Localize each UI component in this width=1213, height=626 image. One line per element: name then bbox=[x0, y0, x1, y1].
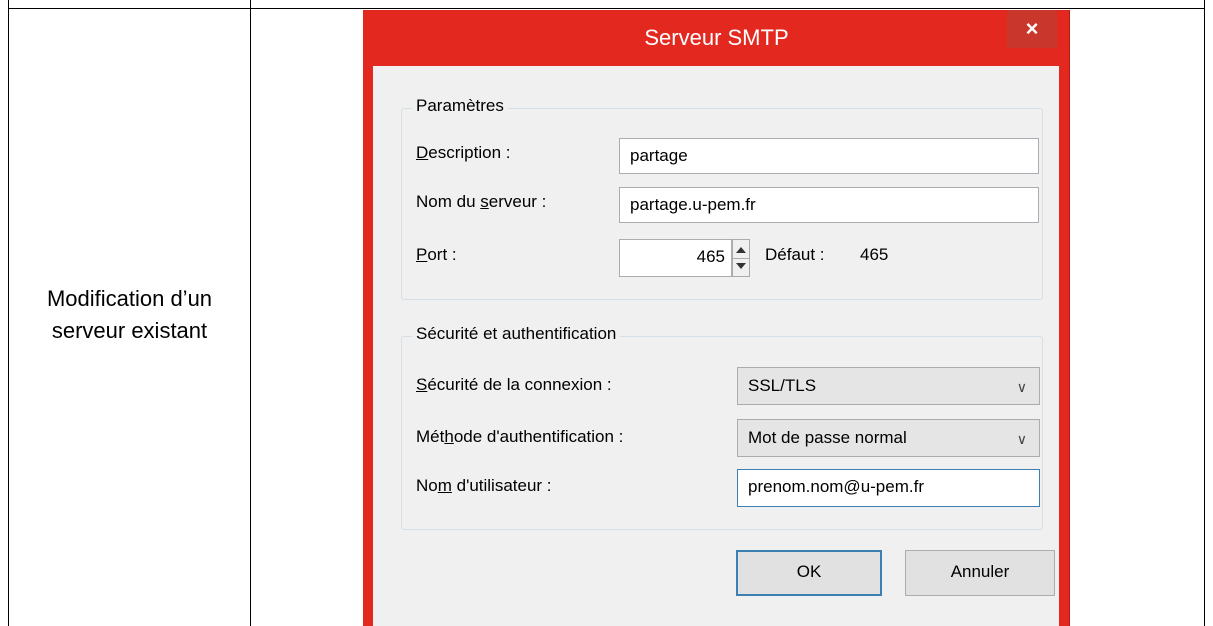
close-button[interactable]: × bbox=[1007, 10, 1057, 48]
username-input[interactable]: prenom.nom@u-pem.fr bbox=[737, 469, 1040, 507]
table-top-border bbox=[8, 8, 1205, 9]
port-spinner[interactable] bbox=[732, 239, 750, 277]
spinner-divider bbox=[733, 258, 749, 259]
description-label: Description : bbox=[416, 143, 511, 162]
table-row-label: Modification d’un serveur existant bbox=[46, 286, 213, 343]
close-icon: × bbox=[1025, 16, 1039, 41]
port-label: Port : bbox=[416, 245, 457, 264]
connection-security-select[interactable]: SSL/TLS ∨ bbox=[737, 367, 1040, 405]
settings-group-legend: Paramètres bbox=[412, 96, 508, 116]
spin-up-icon[interactable] bbox=[736, 247, 746, 253]
table-column-divider bbox=[250, 0, 251, 626]
connection-security-value: SSL/TLS bbox=[748, 376, 817, 395]
settings-group: Paramètres Description : partage Nom du … bbox=[401, 96, 1043, 300]
chevron-down-icon: ∨ bbox=[1016, 379, 1027, 395]
cancel-button[interactable]: Annuler bbox=[905, 550, 1055, 596]
smtp-server-dialog: Serveur SMTP × Paramètres Description : … bbox=[363, 10, 1070, 626]
server-name-label: Nom du serveur : bbox=[416, 192, 547, 211]
connection-security-label: Sécurité de la connexion : bbox=[416, 375, 612, 394]
spin-down-icon[interactable] bbox=[736, 263, 746, 269]
auth-method-select[interactable]: Mot de passe normal ∨ bbox=[737, 419, 1040, 457]
dialog-body: Paramètres Description : partage Nom du … bbox=[373, 66, 1059, 626]
auth-method-value: Mot de passe normal bbox=[748, 428, 907, 447]
dialog-title: Serveur SMTP bbox=[644, 25, 789, 50]
server-name-input[interactable]: partage.u-pem.fr bbox=[619, 187, 1039, 223]
auth-method-label: Méthode d'authentification : bbox=[416, 427, 624, 446]
description-input[interactable]: partage bbox=[619, 138, 1039, 174]
security-group: Sécurité et authentification Sécurité de… bbox=[401, 324, 1043, 530]
table-right-border bbox=[1204, 0, 1205, 626]
username-label: Nom d'utilisateur : bbox=[416, 476, 552, 495]
ok-button[interactable]: OK bbox=[736, 550, 882, 596]
port-input[interactable]: 465 bbox=[619, 239, 732, 277]
port-default-value: 465 bbox=[860, 245, 889, 264]
security-group-legend: Sécurité et authentification bbox=[412, 324, 621, 344]
port-default-label: Défaut : bbox=[765, 245, 825, 264]
chevron-down-icon: ∨ bbox=[1016, 431, 1027, 447]
